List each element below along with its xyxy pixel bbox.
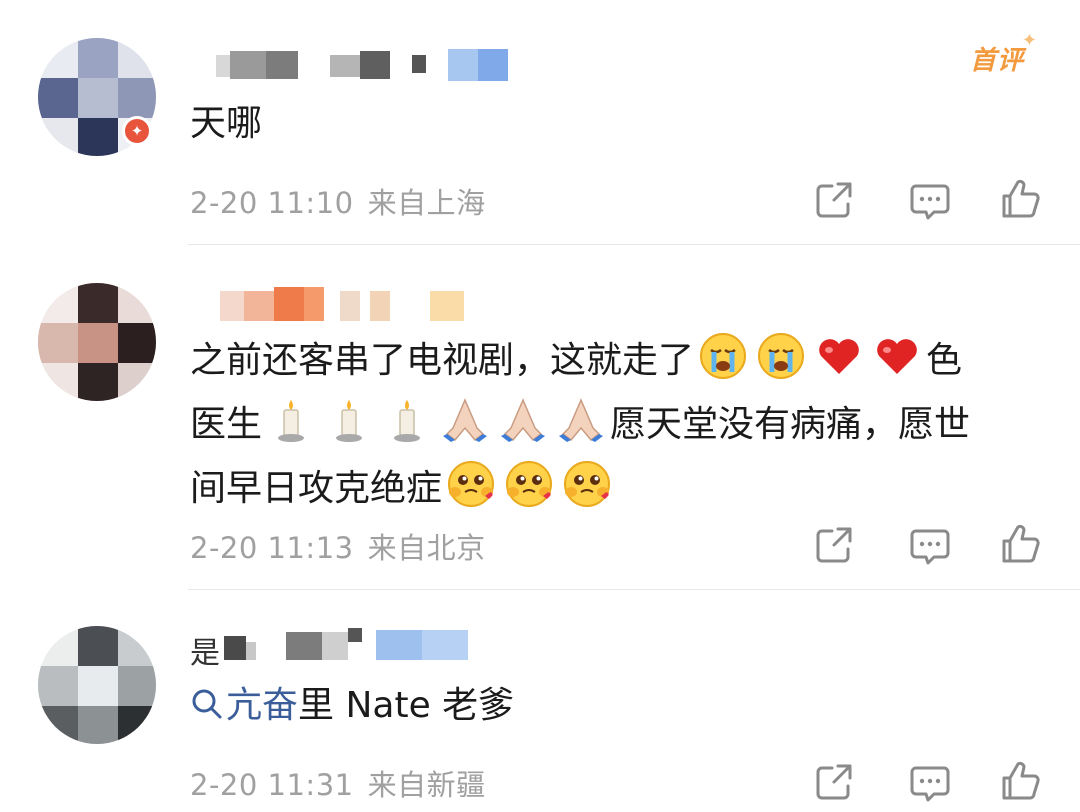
text-segment: 色 <box>926 340 963 381</box>
heart-emoji-icon <box>871 330 923 382</box>
like-button[interactable] <box>996 176 1044 224</box>
comment-item: 是 亢奋里 Nate 老爹 2-20 11:31 来自新疆 <box>0 590 1080 812</box>
comment-icon <box>910 766 950 802</box>
praying-hands-emoji-icon <box>555 394 607 446</box>
comment-item: 之前还客串了电视剧，这就走了 色 医生 愿天堂没有病痛，愿世 间早日攻克绝症 2-2… <box>0 245 1080 590</box>
comment-icon <box>910 184 950 220</box>
like-icon <box>1002 179 1040 218</box>
share-button[interactable] <box>810 521 858 569</box>
text-segment: 间早日攻克绝症 <box>190 468 443 509</box>
comment-time: 2-20 11:31 <box>190 768 354 802</box>
like-button[interactable] <box>996 758 1044 806</box>
comment-actions <box>810 521 1050 569</box>
comment-meta: 2-20 11:13 来自北京 <box>190 525 486 567</box>
comment-actions <box>810 176 1050 224</box>
search-link[interactable]: 亢奋 <box>190 685 298 726</box>
like-button[interactable] <box>996 521 1044 569</box>
comment-button[interactable] <box>906 176 954 224</box>
sparkle-icon: ✦ <box>1021 30 1039 51</box>
pleading-emoji-icon <box>445 458 497 510</box>
text-segment: 愿天堂没有病痛，愿世 <box>610 404 971 445</box>
avatar[interactable] <box>38 283 156 401</box>
avatar[interactable] <box>38 626 156 744</box>
comment-location: 来自北京 <box>367 531 486 565</box>
comment-line: 间早日攻克绝症 <box>190 457 1050 521</box>
comment-text: 之前还客串了电视剧，这就走了 色 医生 愿天堂没有病痛，愿世 间早日攻克绝症 <box>190 329 1050 521</box>
comment-location: 来自新疆 <box>367 768 486 802</box>
like-icon <box>1002 761 1040 800</box>
comment-icon <box>910 529 950 565</box>
comment-line: 之前还客串了电视剧，这就走了 色 <box>190 329 1050 393</box>
comment-actions <box>810 758 1050 806</box>
candle-emoji-icon <box>381 394 433 446</box>
comment-line: 医生 愿天堂没有病痛，愿世 <box>190 393 1050 457</box>
username-blurred[interactable] <box>190 285 490 333</box>
comment-text: 亢奋里 Nate 老爹 <box>190 674 1050 738</box>
comment-item: ✦ 首评 ✦ 天哪 2-20 11:10 来自上海 <box>0 0 1080 245</box>
verified-badge-icon: ✦ <box>122 116 152 146</box>
search-link-text: 亢奋 <box>226 685 299 726</box>
search-icon <box>192 689 222 719</box>
candle-emoji-icon <box>323 394 375 446</box>
comment-time: 2-20 11:10 <box>190 186 354 220</box>
username-prefix: 是 <box>190 636 220 671</box>
pleading-emoji-icon <box>561 458 613 510</box>
first-comment-badge: 首评 ✦ <box>970 30 1037 77</box>
text-segment: 里 Nate 老爹 <box>298 685 515 726</box>
comment-location: 来自上海 <box>367 186 486 220</box>
comment-text: 天哪 <box>190 103 263 144</box>
comment-button[interactable] <box>906 758 954 806</box>
text-segment: 医生 <box>190 404 263 445</box>
crying-emoji-icon <box>755 330 807 382</box>
text-segment: 之前还客串了电视剧，这就走了 <box>190 340 695 381</box>
share-button[interactable] <box>810 758 858 806</box>
comment-button[interactable] <box>906 521 954 569</box>
praying-hands-emoji-icon <box>497 394 549 446</box>
username-blurred[interactable] <box>190 45 530 93</box>
crying-emoji-icon <box>697 330 749 382</box>
praying-hands-emoji-icon <box>439 394 491 446</box>
like-icon <box>1002 524 1040 563</box>
comment-meta: 2-20 11:10 来自上海 <box>190 180 486 222</box>
candle-emoji-icon <box>265 394 317 446</box>
share-icon <box>816 527 852 563</box>
heart-emoji-icon <box>813 330 865 382</box>
comment-time: 2-20 11:13 <box>190 531 354 565</box>
first-comment-label: 首评 <box>970 46 1025 76</box>
share-button[interactable] <box>810 176 858 224</box>
comment-meta: 2-20 11:31 来自新疆 <box>190 762 486 804</box>
username[interactable]: 是 <box>190 624 490 672</box>
pleading-emoji-icon <box>503 458 555 510</box>
share-icon <box>816 182 852 218</box>
share-icon <box>816 764 852 800</box>
